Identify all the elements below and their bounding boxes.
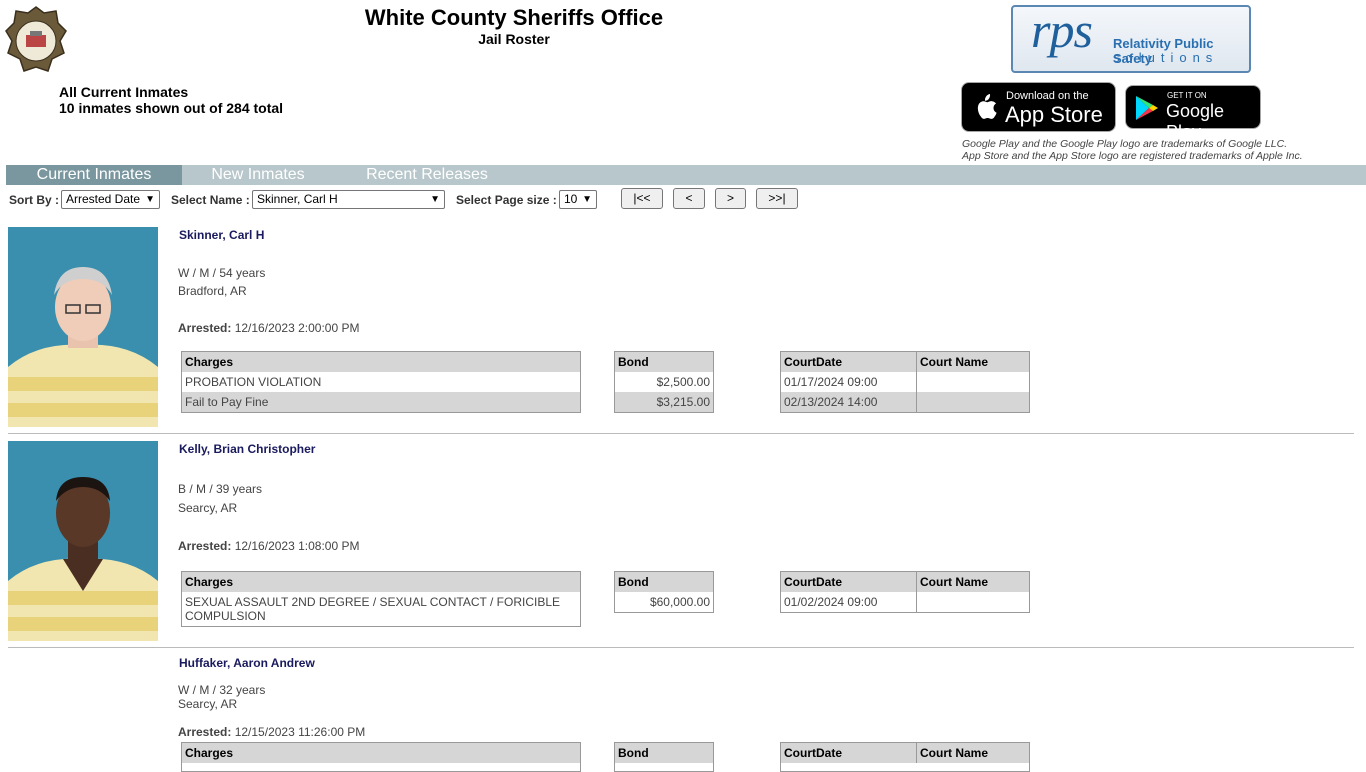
- courtname-header: Court Name: [916, 352, 988, 372]
- sort-by-label: Sort By :: [9, 193, 60, 207]
- bond-amount: $60,000.00: [649, 595, 710, 609]
- next-page-button[interactable]: >: [715, 188, 746, 209]
- divider: [8, 433, 1354, 434]
- app-store-small-text: Download on the: [1006, 90, 1089, 102]
- inmate-location: Searcy, AR: [178, 697, 238, 711]
- apple-icon: [972, 92, 998, 127]
- charges-header: Charges: [182, 743, 580, 763]
- bond-amount: $3,215.00: [615, 392, 713, 412]
- select-name-select[interactable]: Skinner, Carl H ▼: [252, 190, 445, 209]
- court-date: 01/02/2024 09:00: [784, 595, 878, 609]
- courtname-header: Court Name: [916, 572, 988, 592]
- court-header: CourtDate Court Name: [781, 572, 1029, 592]
- courtdate-header: CourtDate: [784, 575, 843, 589]
- court-table: CourtDate Court Name 01/17/2024 09:00 02…: [780, 351, 1030, 413]
- court-date: 01/17/2024 09:00: [784, 375, 878, 389]
- chevron-down-icon: ▼: [145, 194, 155, 205]
- disclaimer-google: Google Play and the Google Play logo are…: [962, 138, 1288, 150]
- rps-vendor-logo[interactable]: rps Relativity Public Safety solutions: [1011, 5, 1251, 73]
- sort-by-select[interactable]: Arrested Date ▼: [61, 190, 160, 209]
- inmate-location: Searcy, AR: [178, 501, 238, 515]
- sort-by-value: Arrested Date: [66, 192, 141, 206]
- arrested-date: 12/15/2023 11:26:00 PM: [234, 725, 366, 739]
- court-row: 02/13/2024 14:00: [781, 392, 1029, 412]
- courtdate-header: CourtDate: [784, 746, 843, 760]
- charge-row: SEXUAL ASSAULT 2ND DEGREE / SEXUAL CONTA…: [185, 595, 560, 623]
- court-row: 01/02/2024 09:00: [781, 592, 1029, 612]
- chevron-down-icon: ▼: [430, 194, 440, 205]
- google-play-big-text: Google Play: [1166, 101, 1225, 142]
- charges-table: Charges SEXUAL ASSAULT 2ND DEGREE / SEXU…: [181, 571, 581, 627]
- charges-header: Charges: [182, 572, 580, 592]
- inmate-location: Bradford, AR: [178, 284, 247, 298]
- tab-new-inmates[interactable]: New Inmates: [182, 165, 334, 185]
- google-play-small-text: GET IT ON: [1167, 91, 1207, 100]
- bond-amount: $2,500.00: [656, 375, 710, 389]
- court-name: [916, 392, 917, 412]
- court-table: CourtDate Court Name 01/02/2024 09:00: [780, 571, 1030, 613]
- charges-table: Charges PROBATION VIOLATION Fail to Pay …: [181, 351, 581, 413]
- roster-filter-label: All Current Inmates: [59, 84, 189, 100]
- court-date: 02/13/2024 14:00: [784, 395, 878, 409]
- inmate-arrested: Arrested: 12/16/2023 1:08:00 PM: [178, 539, 359, 553]
- bond-header: Bond: [615, 743, 713, 763]
- courtdate-header: CourtDate: [784, 355, 843, 369]
- rps-logo-line2: solutions: [1113, 50, 1219, 65]
- disclaimer-apple: App Store and the App Store logo are reg…: [962, 150, 1303, 162]
- bond-header: Bond: [615, 352, 713, 372]
- inmate-photo[interactable]: [8, 227, 158, 427]
- first-page-button[interactable]: |<<: [621, 188, 663, 209]
- page-size-value: 10: [564, 192, 578, 206]
- rps-logo-text: rps: [1031, 5, 1093, 58]
- inmate-name[interactable]: Skinner, Carl H: [179, 228, 264, 242]
- tab-current-inmates[interactable]: Current Inmates: [6, 165, 182, 185]
- select-name-value: Skinner, Carl H: [257, 192, 338, 206]
- inmate-arrested: Arrested: 12/16/2023 2:00:00 PM: [178, 321, 359, 335]
- court-name: [916, 592, 917, 612]
- google-play-icon: [1135, 95, 1159, 126]
- inmate-demographics: W / M / 54 years: [178, 266, 266, 280]
- trademark-disclaimer: Google Play and the Google Play logo are…: [962, 138, 1303, 162]
- bond-header: Bond: [615, 572, 713, 592]
- roster-count: 10 inmates shown out of 284 total: [59, 100, 284, 116]
- divider: [8, 647, 1354, 648]
- select-name-label: Select Name :: [171, 193, 250, 207]
- tab-bar: Current Inmates New Inmates Recent Relea…: [6, 165, 1366, 185]
- arrested-date: 12/16/2023 2:00:00 PM: [234, 321, 360, 335]
- arrested-label: Arrested:: [178, 725, 232, 739]
- page-size-select[interactable]: 10 ▼: [559, 190, 597, 209]
- chevron-down-icon: ▼: [582, 194, 592, 205]
- courtname-header: Court Name: [916, 743, 988, 763]
- arrested-label: Arrested:: [178, 539, 232, 553]
- inmate-arrested: Arrested: 12/15/2023 11:26:00 PM: [178, 725, 365, 739]
- court-name: [916, 372, 917, 392]
- app-store-big-text: App Store: [1005, 102, 1103, 127]
- inmate-photo[interactable]: [8, 441, 158, 641]
- page-size-label: Select Page size :: [456, 193, 557, 207]
- page-subtitle: Jail Roster: [478, 31, 550, 47]
- app-store-button[interactable]: Download on the App Store: [961, 82, 1116, 132]
- bond-table: Bond $60,000.00: [614, 571, 714, 613]
- charge-row: PROBATION VIOLATION: [185, 375, 322, 389]
- last-page-button[interactable]: >>|: [756, 188, 798, 209]
- inmate-name[interactable]: Kelly, Brian Christopher: [179, 442, 315, 456]
- arrested-label: Arrested:: [178, 321, 232, 335]
- court-header: CourtDate Court Name: [781, 352, 1029, 372]
- court-row: 01/17/2024 09:00: [781, 372, 1029, 392]
- inmate-demographics: W / M / 32 years: [178, 683, 266, 697]
- bond-table: Bond $2,500.00 $3,215.00: [614, 351, 714, 413]
- inmate-demographics: B / M / 39 years: [178, 482, 263, 496]
- arrested-date: 12/16/2023 1:08:00 PM: [234, 539, 360, 553]
- charges-header: Charges: [182, 352, 580, 372]
- charge-row: Fail to Pay Fine: [182, 392, 580, 412]
- google-play-button[interactable]: GET IT ON Google Play: [1125, 85, 1261, 142]
- tab-recent-releases[interactable]: Recent Releases: [346, 165, 508, 185]
- inmate-name[interactable]: Huffaker, Aaron Andrew: [179, 656, 315, 670]
- court-header: CourtDate Court Name: [781, 743, 1029, 763]
- prev-page-button[interactable]: <: [673, 188, 705, 209]
- page-title: White County Sheriffs Office: [364, 5, 664, 30]
